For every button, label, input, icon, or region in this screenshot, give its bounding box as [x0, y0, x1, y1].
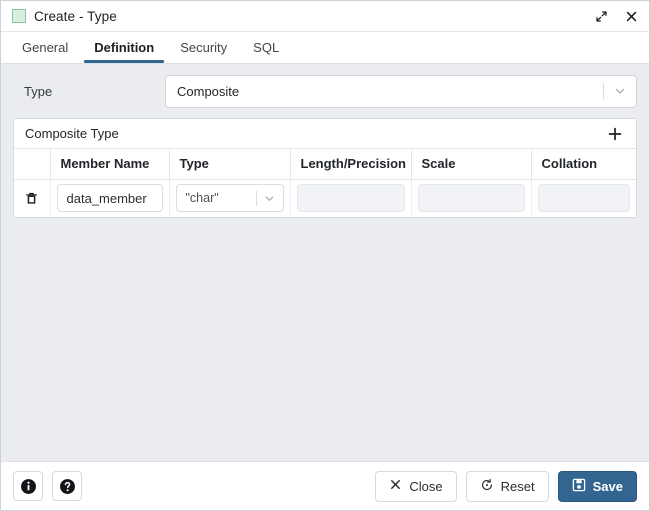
dialog-tabs: General Definition Security SQL [1, 32, 649, 64]
type-select[interactable]: Composite [165, 75, 637, 108]
titlebar-controls [591, 6, 641, 26]
reset-button-label: Reset [501, 480, 535, 493]
tab-general[interactable]: General [9, 32, 81, 63]
tab-definition[interactable]: Definition [81, 32, 167, 63]
column-header-collation: Collation [531, 149, 636, 179]
close-x-icon [389, 478, 402, 494]
table-header-row: Member Name Type Length/Precision Scale … [14, 149, 636, 179]
column-header-type: Type [169, 149, 290, 179]
reset-button[interactable]: Reset [466, 471, 549, 502]
tab-sql-label: SQL [253, 40, 279, 55]
column-header-scale: Scale [411, 149, 531, 179]
save-button[interactable]: Save [558, 471, 637, 502]
length-precision-cell [290, 179, 411, 217]
info-icon[interactable] [13, 471, 43, 501]
expand-icon[interactable] [591, 6, 611, 26]
collation-cell [531, 179, 636, 217]
composite-type-panel: Composite Type Member Name Type [13, 118, 637, 218]
chevron-down-icon[interactable] [257, 192, 283, 205]
chevron-down-icon[interactable] [604, 84, 636, 98]
tab-definition-label: Definition [94, 40, 154, 55]
member-name-input[interactable] [57, 184, 163, 212]
dialog-title: Create - Type [34, 9, 117, 24]
tab-general-label: General [22, 40, 68, 55]
member-type-cell: "char" [169, 179, 290, 217]
member-type-value: "char" [177, 191, 256, 205]
trash-icon[interactable] [21, 187, 43, 209]
close-button[interactable]: Close [375, 471, 456, 502]
save-disk-icon [572, 478, 586, 495]
type-swatch-icon [12, 9, 26, 23]
composite-type-header: Composite Type [14, 119, 636, 149]
help-icon[interactable] [52, 471, 82, 501]
scale-cell [411, 179, 531, 217]
close-button-label: Close [409, 480, 442, 493]
type-field-label: Type [13, 84, 165, 99]
tab-sql[interactable]: SQL [240, 32, 292, 63]
close-icon[interactable] [621, 6, 641, 26]
column-header-actions [14, 149, 50, 179]
definition-tab-panel: Type Composite Composite Type [1, 64, 649, 461]
titlebar-left: Create - Type [12, 9, 117, 24]
row-actions-cell [14, 179, 50, 217]
save-button-label: Save [593, 480, 623, 493]
dialog-footer: Close Reset Save [1, 461, 649, 510]
column-header-length-precision: Length/Precision [290, 149, 411, 179]
member-type-select[interactable]: "char" [176, 184, 284, 212]
dialog-titlebar: Create - Type [1, 1, 649, 32]
tab-security-label: Security [180, 40, 227, 55]
composite-members-table: Member Name Type Length/Precision Scale … [14, 149, 636, 217]
composite-type-title: Composite Type [25, 126, 119, 141]
reset-icon [480, 478, 494, 495]
tab-security[interactable]: Security [167, 32, 240, 63]
type-select-value: Composite [166, 84, 603, 99]
column-header-member-name: Member Name [50, 149, 169, 179]
create-type-dialog: Create - Type General [0, 0, 650, 511]
collation-input[interactable] [538, 184, 631, 212]
plus-icon[interactable] [604, 123, 626, 145]
table-row: "char" [14, 179, 636, 217]
scale-input[interactable] [418, 184, 525, 212]
member-name-cell [50, 179, 169, 217]
length-precision-input[interactable] [297, 184, 405, 212]
type-field-row: Type Composite [13, 74, 637, 108]
